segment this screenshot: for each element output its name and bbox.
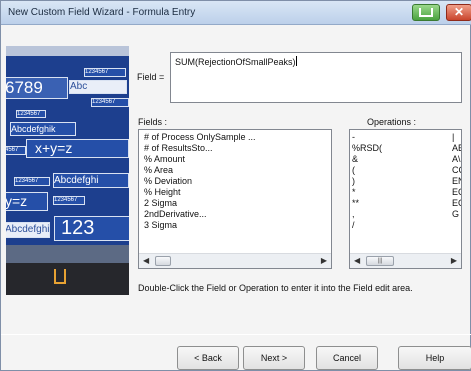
banner-tile: Abcdefghi	[53, 173, 129, 188]
banner-lower-strip	[6, 245, 129, 263]
fields-horizontal-scrollbar[interactable]: ◀ ▶	[139, 253, 331, 268]
help-icon	[419, 8, 433, 17]
operation-item[interactable]: A\	[452, 154, 461, 164]
banner-tile: 123	[54, 216, 129, 241]
instruction-text: Double-Click the Field or Operation to e…	[138, 283, 413, 293]
banner-tile: 1234567	[84, 68, 126, 77]
fields-list-item[interactable]: 3 Sigma	[144, 220, 177, 230]
banner-tile: 6789	[6, 77, 68, 99]
scroll-right-icon[interactable]: ▶	[451, 256, 457, 265]
scroll-thumb[interactable]	[155, 256, 171, 266]
formula-edit-field[interactable]: SUM(RejectionOfSmallPeaks)	[170, 52, 462, 103]
next-button[interactable]: Next >	[243, 346, 305, 370]
operation-item[interactable]: CC	[452, 165, 461, 175]
operation-item[interactable]: **	[352, 198, 359, 208]
operation-item[interactable]: EC	[452, 187, 461, 197]
fields-list-item[interactable]: % Amount	[144, 154, 185, 164]
help-button[interactable]: Help	[398, 346, 471, 370]
operation-item[interactable]: )	[352, 176, 355, 186]
help-title-button[interactable]	[412, 4, 440, 21]
scroll-thumb[interactable]: |||	[366, 256, 394, 266]
fields-listbox[interactable]: # of Process OnlySample ... # of Results…	[138, 129, 332, 269]
operation-item[interactable]: -	[352, 132, 355, 142]
banner-tile: Abcdefghik	[10, 122, 76, 136]
scroll-right-icon[interactable]: ▶	[321, 256, 327, 265]
banner-tile: Abcdefghi	[6, 222, 50, 238]
operation-item[interactable]: *	[352, 187, 356, 197]
operation-item[interactable]: %RSD(	[352, 143, 382, 153]
operations-horizontal-scrollbar[interactable]: ◀ ||| ▶	[350, 253, 461, 268]
wizard-banner-image: 1234567 6789 Abc 1234567 1234567 Abcdefg…	[6, 46, 129, 295]
operation-item[interactable]: G	[452, 209, 459, 219]
banner-bottom-strip	[6, 263, 129, 295]
wizard-window: New Custom Field Wizard - Formula Entry …	[0, 0, 471, 371]
banner-top-strip	[6, 46, 129, 56]
banner-tile: Abc	[69, 80, 127, 94]
window-title: New Custom Field Wizard - Formula Entry	[8, 7, 196, 18]
banner-tile: 1234567	[16, 110, 46, 118]
banner-tile: 4567	[6, 146, 26, 155]
operation-item[interactable]: |	[452, 132, 454, 142]
text-caret	[295, 56, 297, 66]
fields-list-item[interactable]: % Deviation	[144, 176, 192, 186]
scroll-left-icon[interactable]: ◀	[143, 256, 149, 265]
formula-value: SUM(RejectionOfSmallPeaks)	[175, 57, 296, 67]
scroll-left-icon[interactable]: ◀	[354, 256, 360, 265]
banner-tile: y=z	[6, 192, 48, 211]
banner-accent-mark	[54, 269, 66, 284]
banner-tile: 1234567	[91, 98, 129, 107]
fields-label: Fields :	[138, 117, 168, 127]
banner-tile: 1234567	[14, 177, 50, 186]
title-bar: New Custom Field Wizard - Formula Entry …	[1, 1, 471, 25]
operation-item[interactable]: AE	[452, 143, 461, 153]
cancel-button[interactable]: Cancel	[316, 346, 378, 370]
operation-item[interactable]: ,	[352, 209, 355, 219]
operation-item[interactable]: EC	[452, 198, 461, 208]
operation-item[interactable]: /	[352, 220, 355, 230]
fields-list-item[interactable]: # of ResultsSto...	[144, 143, 213, 153]
formula-label: Field =	[137, 72, 165, 82]
banner-tile: x+y=z	[26, 139, 129, 158]
close-icon: ✕	[453, 5, 465, 19]
banner-tile: 1234567	[53, 196, 85, 205]
back-button[interactable]: < Back	[177, 346, 239, 370]
fields-list-item[interactable]: 2 Sigma	[144, 198, 177, 208]
button-separator	[1, 334, 471, 335]
fields-list-item[interactable]: % Area	[144, 165, 173, 175]
operations-listbox[interactable]: - | %RSD( AE & A\ ( CC ) EN * EC ** EC ,…	[349, 129, 462, 269]
fields-list-item[interactable]: # of Process OnlySample ...	[144, 132, 256, 142]
operation-item[interactable]: (	[352, 165, 355, 175]
fields-list-item[interactable]: % Height	[144, 187, 181, 197]
operation-item[interactable]: EN	[452, 176, 461, 186]
operation-item[interactable]: &	[352, 154, 358, 164]
fields-list-item[interactable]: 2ndDerivative...	[144, 209, 207, 219]
operations-label: Operations :	[367, 117, 417, 127]
close-button[interactable]: ✕	[446, 4, 471, 21]
